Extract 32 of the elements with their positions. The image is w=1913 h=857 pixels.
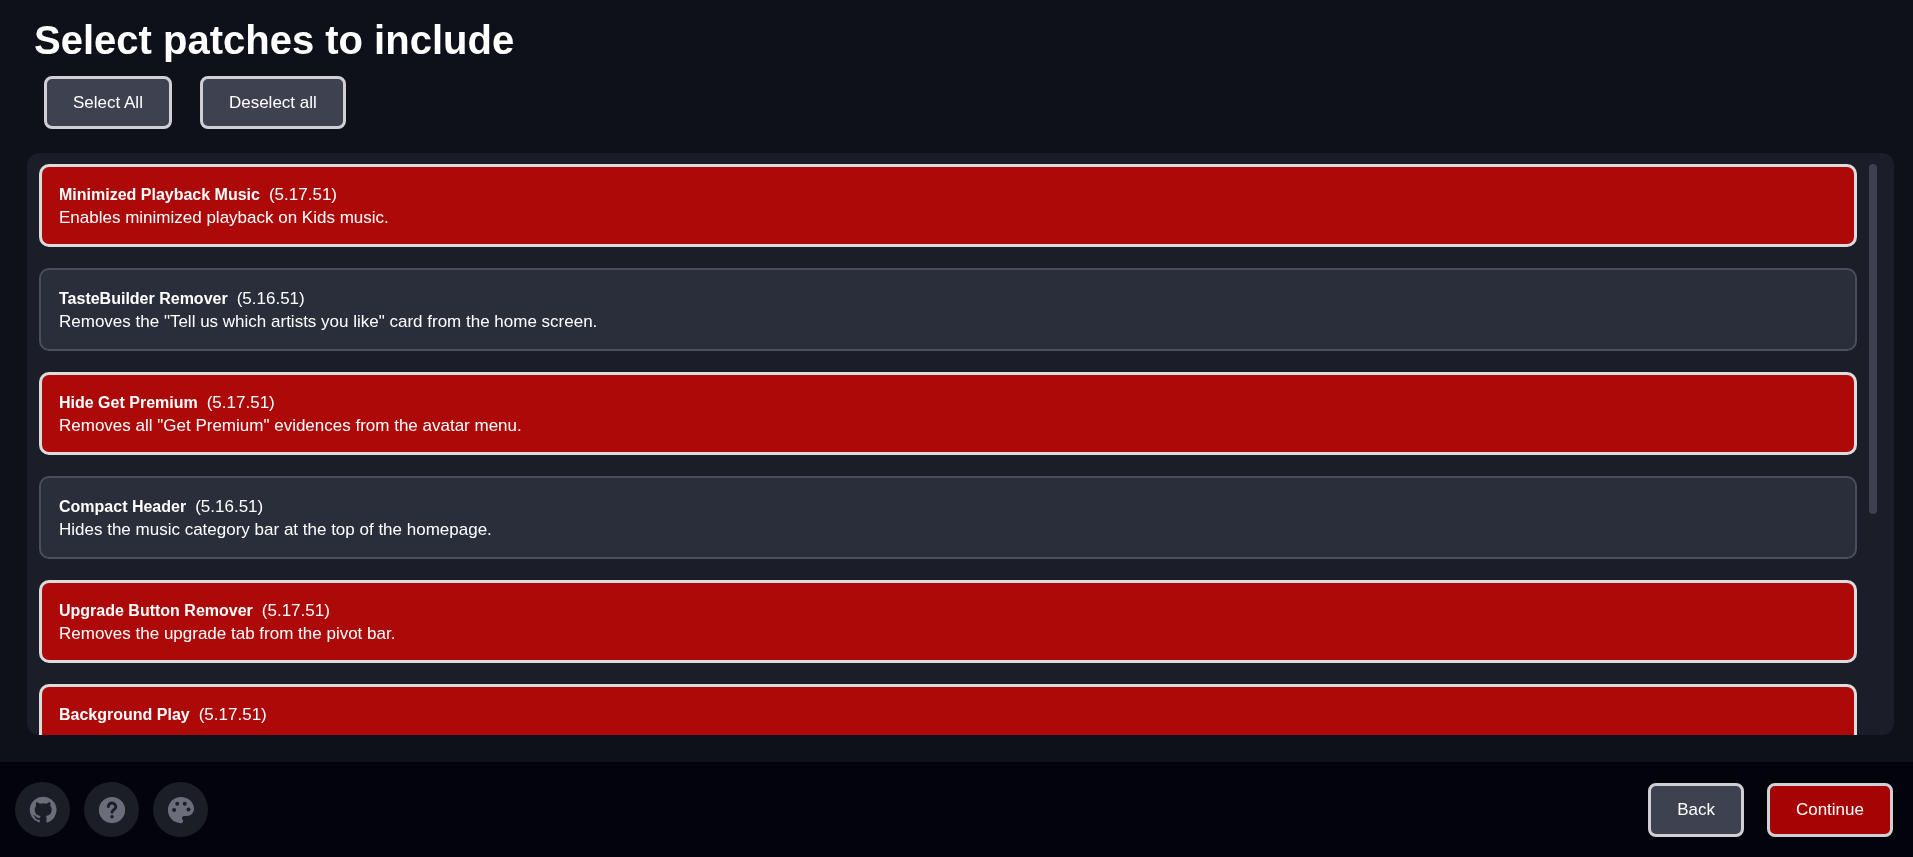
patch-name: Background Play xyxy=(59,705,190,725)
github-icon xyxy=(27,794,58,825)
patch-name: Compact Header xyxy=(59,497,187,517)
patch-description: Removes the upgrade tab from the pivot bar. xyxy=(59,623,397,645)
deselect-all-button[interactable]: Deselect all xyxy=(199,76,346,129)
select-all-button[interactable]: Select All xyxy=(44,76,172,129)
patch-card[interactable]: Compact Header (5.16.51) Hides the music category bar at the top of the homepage. xyxy=(39,476,1857,559)
continue-button[interactable]: Continue xyxy=(1766,782,1893,837)
patch-version: (5.16.51) xyxy=(236,288,305,310)
patch-version: (5.17.51) xyxy=(198,704,267,726)
patch-version: (5.17.51) xyxy=(206,392,275,414)
patch-version: (5.17.51) xyxy=(261,600,330,622)
patch-name: Upgrade Button Remover xyxy=(59,601,253,621)
scrollbar[interactable] xyxy=(1869,164,1877,514)
patch-version: (5.16.51) xyxy=(195,496,264,518)
patch-name: Minimized Playback Music xyxy=(59,185,260,205)
patch-card[interactable]: TasteBuilder Remover (5.16.51) Removes the "Tell us which artists you like" card from the home screen. xyxy=(39,268,1857,351)
patch-card[interactable]: Hide Get Premium (5.17.51) Removes all "Get Premium" evidences from the avatar menu. xyxy=(39,372,1857,455)
page-title: Select patches to include xyxy=(34,17,516,64)
patch-version: (5.17.51) xyxy=(268,184,337,206)
back-button[interactable]: Back xyxy=(1648,782,1744,837)
patch-description: Removes the "Tell us which artists you like" card from the home screen. xyxy=(59,311,599,333)
palette-icon xyxy=(165,794,196,825)
patch-card[interactable]: Upgrade Button Remover (5.17.51) Removes the upgrade tab from the pivot bar. xyxy=(39,580,1857,663)
patch-description: Hides the music category bar at the top of the homepage. xyxy=(59,519,493,541)
patch-description: Removes all "Get Premium" evidences from the avatar menu. xyxy=(59,415,523,437)
patch-name: Hide Get Premium xyxy=(59,393,198,413)
patch-card[interactable]: Background Play (5.17.51) xyxy=(39,684,1857,735)
patch-card[interactable]: Minimized Playback Music (5.17.51) Enables minimized playback on Kids music. xyxy=(39,164,1857,247)
patch-name: TasteBuilder Remover xyxy=(59,289,228,309)
patch-description: Enables minimized playback on Kids music. xyxy=(59,207,390,229)
help-icon xyxy=(96,794,127,825)
